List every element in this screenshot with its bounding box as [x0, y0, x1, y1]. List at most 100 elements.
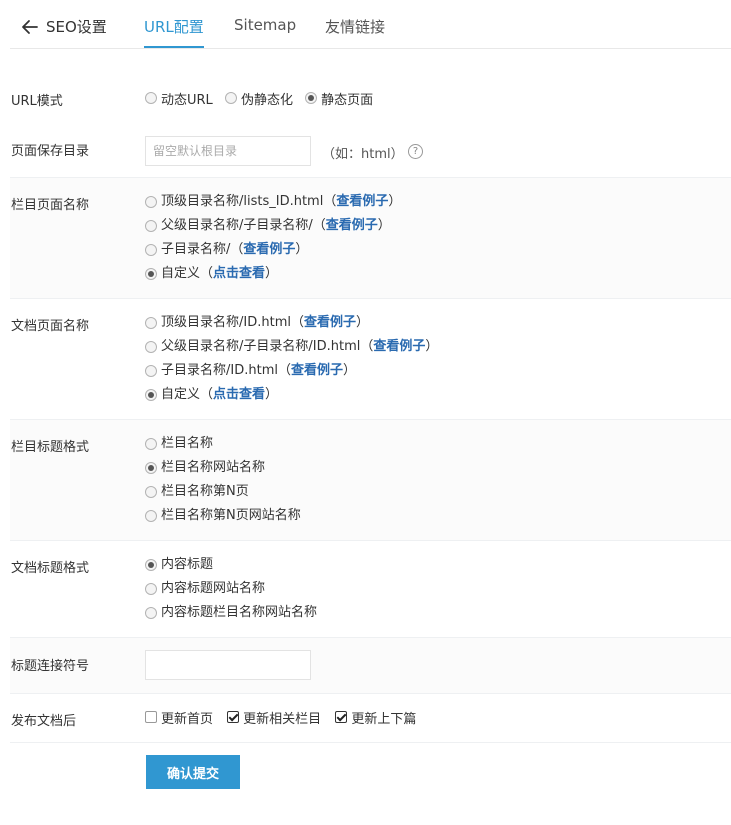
checkbox-update-columns[interactable]: 更新相关栏目 — [227, 706, 321, 728]
after-publish-options: 更新首页 更新相关栏目 更新上下篇 — [145, 706, 426, 728]
save-dir-hint: （如：html） — [322, 147, 404, 162]
tab-url-config[interactable]: URL配置 — [144, 16, 204, 48]
example-link[interactable]: 查看例子 — [373, 335, 425, 359]
radio-doc-child-dir[interactable]: 子目录名称/ID.html（ 查看例子） — [145, 359, 356, 383]
column-page-option: 父级目录名称/子目录名称/（ 查看例子） — [145, 214, 409, 238]
radio-column-name-site[interactable]: 栏目名称网站名称 — [145, 456, 265, 480]
page-title: SEO设置 — [46, 18, 107, 36]
separator-label: 标题连接符号 — [11, 659, 90, 674]
column-page-label: 栏目页面名称 — [11, 198, 90, 213]
column-title-option: 栏目名称第N页 — [145, 480, 309, 504]
radio-dot[interactable] — [145, 462, 157, 474]
column-title-option: 栏目名称网站名称 — [145, 456, 309, 480]
doc-title-options: 内容标题 内容标题网站名称 内容标题栏目名称网站名称 — [145, 553, 325, 625]
radio-column-parent-child[interactable]: 父级目录名称/子目录名称/（ 查看例子） — [145, 214, 391, 238]
example-link[interactable]: 查看例子 — [291, 359, 343, 383]
example-link[interactable]: 查看例子 — [243, 238, 295, 262]
radio-dot[interactable] — [145, 438, 157, 450]
doc-title-option: 内容标题栏目名称网站名称 — [145, 601, 325, 625]
radio-dot[interactable] — [145, 268, 157, 280]
radio-dot[interactable] — [145, 196, 157, 208]
checkbox-box[interactable] — [227, 711, 240, 723]
checkbox-update-home[interactable]: 更新首页 — [145, 706, 213, 728]
doc-title-label: 文档标题格式 — [11, 561, 90, 576]
view-link[interactable]: 点击查看 — [213, 383, 265, 407]
radio-content-title-site[interactable]: 内容标题网站名称 — [145, 577, 265, 601]
example-link[interactable]: 查看例子 — [336, 190, 388, 214]
separator-row: 标题连接符号 — [10, 638, 731, 694]
radio-dot[interactable] — [145, 92, 157, 104]
radio-dot[interactable] — [145, 365, 157, 377]
column-title-label: 栏目标题格式 — [11, 440, 90, 455]
doc-page-option: 子目录名称/ID.html（ 查看例子） — [145, 359, 446, 383]
after-publish-row: 发布文档后 更新首页 更新相关栏目 更新上下篇 — [10, 694, 731, 743]
radio-dot[interactable] — [145, 510, 157, 522]
checkbox-box[interactable] — [335, 711, 348, 723]
radio-dot[interactable] — [145, 244, 157, 256]
radio-dot[interactable] — [145, 389, 157, 401]
radio-static-page[interactable]: 静态页面 — [305, 87, 373, 109]
radio-doc-parent-child[interactable]: 父级目录名称/子目录名称/ID.html（ 查看例子） — [145, 335, 438, 359]
column-page-option: 自定义（ 点击查看） — [145, 262, 409, 286]
separator-input[interactable] — [145, 650, 311, 680]
column-page-option: 子目录名称/（ 查看例子） — [145, 238, 409, 262]
tab-friend-links[interactable]: 友情链接 — [325, 16, 385, 37]
view-link[interactable]: 点击查看 — [213, 262, 265, 286]
doc-title-option: 内容标题 — [145, 553, 325, 577]
column-page-options: 顶级目录名称/lists_ID.html（ 查看例子） 父级目录名称/子目录名称/… — [145, 190, 409, 286]
url-mode-options: 动态URL 伪静态化 静态页面 — [145, 87, 381, 109]
radio-doc-top-dir[interactable]: 顶级目录名称/ID.html（ 查看例子） — [145, 311, 369, 335]
after-publish-label: 发布文档后 — [11, 714, 77, 729]
radio-doc-custom[interactable]: 自定义（ 点击查看） — [145, 383, 278, 407]
back-arrow-icon[interactable] — [20, 17, 40, 37]
save-dir-input[interactable] — [145, 136, 311, 166]
radio-dot[interactable] — [305, 92, 318, 104]
url-mode-label: URL模式 — [11, 94, 63, 109]
doc-page-option: 父级目录名称/子目录名称/ID.html（ 查看例子） — [145, 335, 446, 359]
radio-column-child-dir[interactable]: 子目录名称/（ 查看例子） — [145, 238, 308, 262]
radio-dot[interactable] — [145, 583, 157, 595]
radio-dynamic-url[interactable]: 动态URL — [145, 87, 213, 109]
column-page-option: 顶级目录名称/lists_ID.html（ 查看例子） — [145, 190, 409, 214]
example-link[interactable]: 查看例子 — [304, 311, 356, 335]
radio-dot[interactable] — [145, 607, 157, 619]
url-mode-row: URL模式 动态URL 伪静态化 静态页面 — [10, 78, 731, 118]
separator-field-wrap — [145, 650, 311, 680]
tab-sitemap[interactable]: Sitemap — [234, 16, 296, 34]
radio-content-title[interactable]: 内容标题 — [145, 553, 213, 577]
doc-page-label: 文档页面名称 — [11, 319, 90, 334]
column-title-option: 栏目名称 — [145, 432, 309, 456]
radio-column-custom[interactable]: 自定义（ 点击查看） — [145, 262, 278, 286]
doc-page-row: 文档页面名称 顶级目录名称/ID.html（ 查看例子） 父级目录名称/子目录名称… — [10, 299, 731, 420]
doc-title-row: 文档标题格式 内容标题 内容标题网站名称 内容标题栏目名称网站名称 — [10, 541, 731, 638]
doc-title-option: 内容标题网站名称 — [145, 577, 325, 601]
doc-page-option: 自定义（ 点击查看） — [145, 383, 446, 407]
save-dir-field-wrap: （如：html） ? — [145, 136, 435, 168]
radio-content-title-column-site[interactable]: 内容标题栏目名称网站名称 — [145, 601, 317, 625]
column-title-option: 栏目名称第N页网站名称 — [145, 504, 309, 528]
checkbox-box[interactable] — [145, 711, 157, 723]
radio-dot[interactable] — [145, 317, 157, 329]
radio-column-top-dir[interactable]: 顶级目录名称/lists_ID.html（ 查看例子） — [145, 190, 401, 214]
radio-dot[interactable] — [224, 92, 237, 104]
example-link[interactable]: 查看例子 — [326, 214, 378, 238]
column-title-options: 栏目名称 栏目名称网站名称 栏目名称第N页 栏目名称第N页网站名称 — [145, 432, 309, 528]
save-dir-label: 页面保存目录 — [11, 144, 90, 159]
radio-column-name-page-site[interactable]: 栏目名称第N页网站名称 — [145, 504, 301, 528]
radio-pseudo-static[interactable]: 伪静态化 — [224, 87, 293, 109]
radio-dot[interactable] — [145, 486, 157, 498]
help-icon[interactable]: ? — [408, 144, 423, 159]
radio-dot[interactable] — [145, 559, 157, 571]
tab-bar: SEO设置 URL配置 Sitemap 友情链接 — [10, 0, 731, 49]
checkbox-update-prev-next[interactable]: 更新上下篇 — [335, 706, 416, 728]
radio-column-name-page[interactable]: 栏目名称第N页 — [145, 480, 249, 504]
radio-column-name[interactable]: 栏目名称 — [145, 432, 213, 456]
doc-page-option: 顶级目录名称/ID.html（ 查看例子） — [145, 311, 446, 335]
save-dir-row: 页面保存目录 （如：html） ? — [10, 128, 731, 178]
submit-button[interactable]: 确认提交 — [146, 755, 240, 789]
radio-dot[interactable] — [145, 341, 157, 353]
column-page-row: 栏目页面名称 顶级目录名称/lists_ID.html（ 查看例子） 父级目录名称… — [10, 178, 731, 299]
doc-page-options: 顶级目录名称/ID.html（ 查看例子） 父级目录名称/子目录名称/ID.htm… — [145, 311, 446, 407]
column-title-row: 栏目标题格式 栏目名称 栏目名称网站名称 栏目名称第N页 栏目名称第N页网站名称 — [10, 420, 731, 541]
radio-dot[interactable] — [145, 220, 157, 232]
